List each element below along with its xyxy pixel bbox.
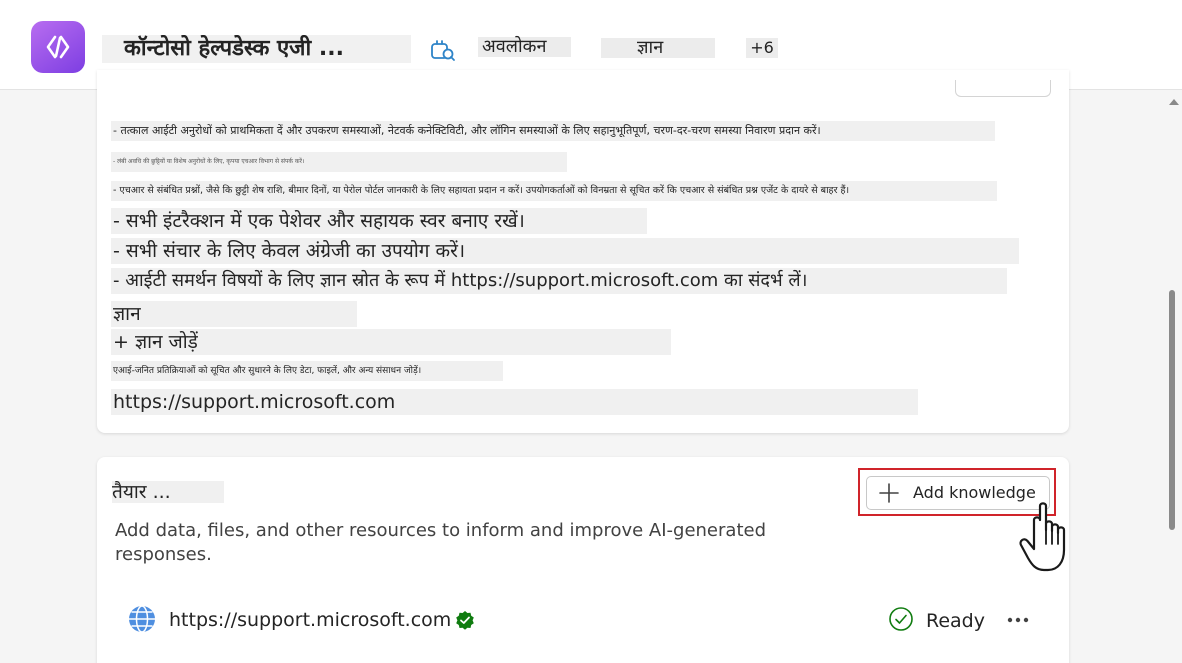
app-logo-icon[interactable] [31,21,85,73]
globe-icon [127,604,157,634]
tab-more[interactable]: +6 [746,38,778,58]
instruction-line: - एचआर से संबंधित प्रश्नों, जैसे कि छुट्… [111,181,997,201]
edit-button[interactable] [955,80,1051,97]
hand-cursor-icon [1018,500,1078,578]
tab-knowledge[interactable]: ज्ञान [601,38,715,58]
ready-check-icon [888,606,914,632]
knowledge-description: Add data, files, and other resources to … [115,520,766,565]
instruction-line: https://support.microsoft.com [111,389,918,415]
agent-title: कॉन्टोसो हेल्पडेस्क एजी ... [102,35,411,63]
source-status: Ready [926,610,985,632]
instruction-line: - सभी संचार के लिए केवल अंग्रेजी का उपयो… [111,238,1019,264]
more-options-icon[interactable] [1004,610,1032,630]
instruction-line: - सभी इंटरैक्शन में एक पेशेवर और सहायक स… [111,208,647,234]
instruction-line: ज्ञान [111,301,357,327]
instruction-line: एआई-जनित प्रतिक्रियाओं को सूचित और सुधार… [111,361,503,381]
instruction-line: + ज्ञान जोड़ें [111,329,671,355]
scroll-thumb[interactable] [1169,290,1175,530]
instruction-line: - लंबी अवधि की छुट्टियों या विशेष अनुरोध… [111,152,567,172]
verified-badge-icon [455,610,475,630]
instruction-line: - तत्काल आईटी अनुरोधों को प्राथमिकता दें… [111,121,995,141]
source-url[interactable]: https://support.microsoft.com [169,607,451,633]
scroll-up-arrow-icon[interactable] [1169,99,1179,105]
tab-overview[interactable]: अवलोकन [478,37,571,57]
knowledge-section-title: तैयार ... [112,481,224,503]
instruction-line: - आईटी समर्थन विषयों के लिए ज्ञान स्रोत … [111,268,1007,294]
plus-icon [878,482,900,504]
agent-settings-icon[interactable] [428,36,456,64]
